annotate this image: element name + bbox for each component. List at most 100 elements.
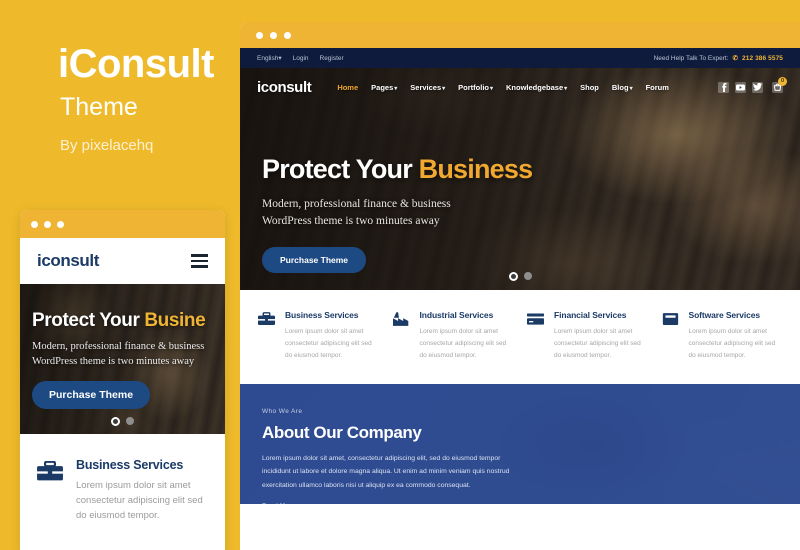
mobile-window-close-dot[interactable] [31, 220, 38, 228]
about-title: About Our Company [262, 423, 422, 442]
about-section: Who We Are About Our Company Lorem ipsum… [240, 384, 800, 504]
nav-item-services[interactable]: Services▾ [410, 83, 445, 92]
topbar-left-links: English▾ Login Register [257, 54, 344, 63]
promo-subtitle: Theme [60, 93, 138, 121]
mobile-hero-title: Protect Your Busine [32, 310, 225, 332]
mobile-carousel-dot-2[interactable] [126, 417, 134, 425]
nav-item-knowledgebase[interactable]: Knowledgebase▾ [506, 83, 567, 92]
mobile-hero-title-main: Protect Your [32, 310, 145, 331]
promo-author: By pixelacehq [60, 137, 154, 154]
nav-item-portfolio[interactable]: Portfolio▾ [458, 83, 493, 92]
chevron-down-icon: ▾ [278, 55, 282, 62]
mobile-titlebar [20, 210, 225, 238]
facebook-icon[interactable] [718, 81, 729, 93]
site-topbar: English▾ Login Register Need Help Talk T… [240, 48, 800, 68]
window-maximize-dot[interactable] [284, 31, 291, 39]
hero-title: Protect Your Business [262, 154, 800, 185]
register-link[interactable]: Register [320, 55, 344, 62]
mobile-purchase-theme-button[interactable]: Purchase Theme [32, 381, 151, 410]
hamburger-menu-icon[interactable] [191, 254, 208, 268]
hero-carousel-dots [240, 272, 800, 281]
help-text: Need Help Talk To Expert: [653, 54, 729, 62]
social-icons: 0 [718, 76, 787, 93]
service-title: Business Services [285, 310, 359, 320]
read-more-link[interactable]: Read More ➜ [262, 502, 800, 504]
phone-icon: ✆ [732, 55, 739, 62]
youtube-icon[interactable] [735, 81, 746, 93]
mobile-mockup: iconsult Protect Your Busine Modern, pro… [20, 210, 225, 550]
hero-subtitle: Modern, professional finance & business … [262, 196, 800, 231]
service-text: Lorem ipsum dolor sit amet consectetur a… [285, 328, 372, 360]
language-selector[interactable]: English▾ [257, 54, 282, 62]
service-title: Software Services [688, 310, 761, 320]
chevron-down-icon: ▾ [564, 85, 568, 92]
login-link[interactable]: Login [293, 55, 309, 62]
cart-button[interactable]: 0 [772, 76, 787, 93]
hero-section: iconsult Home Pages▾ Services▾ Portfolio… [240, 68, 800, 290]
window-close-dot[interactable] [256, 31, 263, 39]
nav-item-pages[interactable]: Pages▾ [371, 83, 397, 92]
briefcase-icon [258, 310, 275, 384]
briefcase-icon [37, 458, 63, 524]
nav-item-home[interactable]: Home [337, 83, 358, 92]
about-content: Who We Are About Our Company Lorem ipsum… [240, 384, 800, 504]
mobile-hero-subtitle: Modern, professional finance & business … [32, 339, 225, 369]
credit-card-icon [527, 310, 544, 384]
monitor-icon [662, 310, 679, 384]
nav-item-shop[interactable]: Shop [580, 83, 599, 92]
carousel-dot-2[interactable] [523, 272, 532, 280]
hero-subtitle-line1: Modern, professional finance & business [262, 198, 451, 210]
twitter-icon[interactable] [752, 81, 763, 93]
factory-icon [392, 310, 410, 384]
cart-count-badge: 0 [778, 76, 787, 86]
service-card[interactable]: Software Services Lorem ipsum dolor sit … [662, 310, 783, 384]
service-card[interactable]: Financial Services Lorem ipsum dolor sit… [527, 310, 648, 384]
nav-item-forum[interactable]: Forum [646, 83, 669, 92]
topbar-contact: Need Help Talk To Expert: ✆ 212 386 5575 [653, 54, 783, 63]
window-minimize-dot[interactable] [270, 31, 277, 39]
promo-title: iConsult [58, 42, 214, 86]
purchase-theme-button[interactable]: Purchase Theme [262, 246, 367, 273]
service-title: Financial Services [554, 310, 627, 320]
hero-subtitle-line2: WordPress theme is two minutes away [262, 215, 440, 228]
site-navbar: iconsult Home Pages▾ Services▾ Portfolio… [240, 68, 800, 106]
service-text: Lorem ipsum dolor sit amet consectetur a… [554, 328, 641, 360]
about-label: Who We Are [262, 408, 303, 415]
about-text: Lorem ipsum dolor sit amet, consectetur … [262, 455, 510, 489]
service-text: Lorem ipsum dolor sit amet consectetur a… [419, 328, 507, 360]
nav-links: Home Pages▾ Services▾ Portfolio▾ Knowled… [337, 83, 669, 92]
mobile-service-text: Lorem ipsum dolor sit amet consectetur a… [76, 480, 203, 522]
mobile-service-card[interactable]: Business Services Lorem ipsum dolor sit … [20, 434, 225, 524]
mobile-carousel-dots [20, 417, 225, 426]
nav-item-blog[interactable]: Blog▾ [612, 83, 633, 92]
mobile-carousel-dot-1[interactable] [111, 417, 120, 426]
service-title: Industrial Services [419, 310, 494, 320]
site-logo[interactable]: iconsult [257, 79, 312, 96]
service-text: Lorem ipsum dolor sit amet consectetur a… [688, 328, 776, 360]
mobile-hero-section: Protect Your Busine Modern, professional… [20, 284, 225, 434]
mobile-service-title: Business Services [76, 458, 184, 472]
mobile-hero-title-accent: Busine [144, 310, 206, 331]
desktop-browser-mockup: English▾ Login Register Need Help Talk T… [240, 22, 800, 550]
chevron-down-icon: ▾ [629, 85, 633, 92]
mobile-site-logo[interactable]: iconsult [37, 251, 99, 271]
service-card[interactable]: Industrial Services Lorem ipsum dolor si… [392, 310, 514, 384]
chevron-down-icon: ▾ [442, 85, 446, 92]
phone-number[interactable]: 212 386 5575 [742, 55, 783, 62]
chevron-down-icon: ▾ [394, 85, 398, 92]
service-card[interactable]: Business Services Lorem ipsum dolor sit … [258, 310, 379, 384]
mobile-hero-subtitle-line2: WordPress theme is two minutes away [32, 356, 195, 368]
browser-titlebar [240, 22, 800, 48]
mobile-window-minimize-dot[interactable] [44, 220, 51, 228]
mobile-hero-subtitle-line1: Modern, professional finance & business [32, 341, 205, 352]
language-label: English [257, 55, 279, 62]
mobile-window-maximize-dot[interactable] [57, 220, 64, 228]
mobile-hero-content: Protect Your Busine Modern, professional… [32, 310, 225, 410]
mobile-navbar: iconsult [20, 238, 225, 284]
carousel-dot-1[interactable] [508, 272, 518, 281]
hero-content: Protect Your Business Modern, profession… [240, 106, 800, 273]
hero-title-main: Protect Your [262, 154, 419, 184]
chevron-down-icon: ▾ [490, 85, 494, 92]
services-strip: Business Services Lorem ipsum dolor sit … [240, 290, 800, 384]
hero-title-accent: Business [418, 154, 533, 184]
